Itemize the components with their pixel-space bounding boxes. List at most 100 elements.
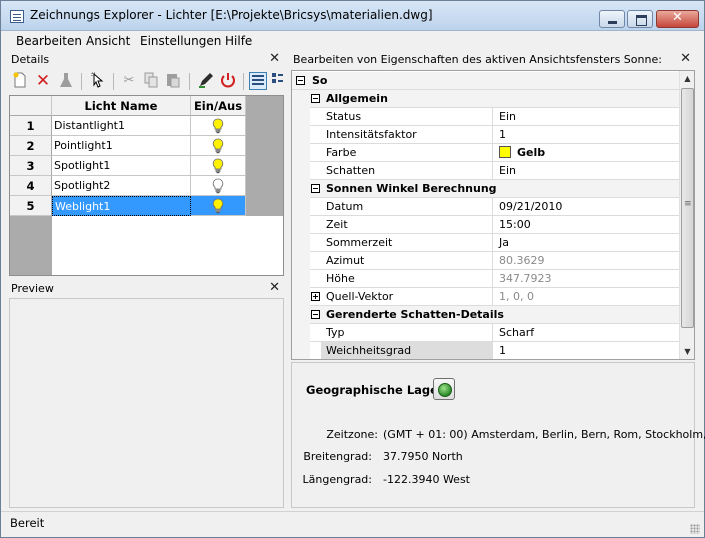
property-row[interactable]: Typ Scharf (292, 324, 679, 342)
list-view-icon[interactable] (249, 72, 267, 90)
column-header-onoff[interactable]: Ein/Aus (191, 96, 246, 116)
property-row[interactable]: Sommerzeit Ja (292, 234, 679, 252)
property-label: Intensitätsfaktor (326, 128, 417, 141)
collapse-icon[interactable] (296, 76, 305, 85)
light-toggle-cell[interactable] (191, 136, 246, 156)
property-row[interactable]: Farbe Gelb (292, 144, 679, 162)
property-row[interactable]: Azimut 80.3629 (292, 252, 679, 270)
property-value[interactable]: 15:00 (492, 216, 679, 234)
property-value[interactable]: Ja (492, 234, 679, 252)
minimize-button[interactable] (599, 10, 625, 28)
property-value[interactable]: Ein (492, 108, 679, 126)
property-category[interactable]: Gerenderte Schatten-Details (292, 306, 679, 324)
collapse-icon[interactable] (311, 310, 320, 319)
property-value[interactable]: 1 (492, 126, 679, 144)
light-name-cell[interactable]: Spotlight2 (52, 176, 191, 196)
table-row[interactable]: 2 Pointlight1 (10, 136, 283, 156)
property-row[interactable]: Quell-Vektor 1, 0, 0 (292, 288, 679, 306)
property-category[interactable]: Allgemein (292, 90, 679, 108)
property-row[interactable]: Schatten Ein (292, 162, 679, 180)
resize-grip[interactable] (690, 524, 700, 534)
row-number[interactable]: 3 (10, 156, 52, 176)
property-value[interactable]: 1 (492, 342, 679, 359)
property-label: Status (326, 110, 362, 123)
property-value: 80.3629 (492, 252, 679, 270)
column-header-name[interactable]: Licht Name (52, 96, 191, 116)
details-close-icon[interactable]: ✕ (269, 51, 280, 66)
light-bulb-icon (212, 158, 224, 174)
close-button[interactable]: ✕ (656, 10, 699, 28)
status-bar: Bereit (1, 511, 704, 537)
menu-bar: Bearbeiten Ansicht Einstellungen Hilfe (1, 32, 704, 50)
light-name-cell[interactable]: Weblight1 (52, 196, 191, 216)
row-number[interactable]: 5 (10, 196, 52, 216)
table-row[interactable]: 4 Spotlight2 (10, 176, 283, 196)
menu-hilfe[interactable]: Hilfe (225, 34, 252, 48)
preview-close-icon[interactable]: ✕ (269, 280, 280, 295)
purge-icon[interactable] (57, 72, 75, 90)
property-label: Schatten (326, 164, 376, 177)
menu-einstellungen[interactable]: Einstellungen (140, 34, 221, 48)
details-panel-header: Details ✕ (9, 51, 284, 68)
light-bulb-icon (212, 118, 224, 134)
geo-location-button[interactable] (433, 378, 455, 400)
menu-bearbeiten[interactable]: Bearbeiten (16, 34, 82, 48)
property-value[interactable]: Ein (492, 162, 679, 180)
light-name-cell[interactable]: Distantlight1 (52, 116, 191, 136)
property-row[interactable]: Datum 09/21/2010 (292, 198, 679, 216)
property-row[interactable]: Intensitätsfaktor 1 (292, 126, 679, 144)
property-value[interactable]: 09/21/2010 (492, 198, 679, 216)
select-icon[interactable] (89, 72, 107, 90)
category-label: Sonnen Winkel Berechnung (326, 182, 497, 195)
panel-splitter[interactable] (285, 51, 290, 509)
scroll-thumb[interactable] (681, 88, 694, 328)
property-value[interactable]: Gelb (492, 144, 679, 162)
row-number[interactable]: 1 (10, 116, 52, 136)
detail-view-icon[interactable] (271, 72, 283, 90)
title-bar: Zeichnungs Explorer - Lichter [E:\Projek… (1, 1, 704, 31)
row-number[interactable]: 2 (10, 136, 52, 156)
table-row[interactable]: 3 Spotlight1 (10, 156, 283, 176)
light-name-cell[interactable]: Spotlight1 (52, 156, 191, 176)
collapse-icon[interactable] (311, 94, 320, 103)
table-row[interactable]: 1 Distantlight1 (10, 116, 283, 136)
row-number[interactable]: 4 (10, 176, 52, 196)
scroll-up-icon[interactable]: ▲ (681, 71, 694, 86)
property-category[interactable]: Sonnen Winkel Berechnung (292, 180, 679, 198)
grid-corner-header (10, 96, 52, 116)
property-label: Weichheitsgrad (326, 344, 412, 357)
property-value[interactable]: Scharf (492, 324, 679, 342)
maximize-button[interactable] (627, 10, 653, 28)
app-window: Zeichnungs Explorer - Lichter [E:\Projek… (0, 0, 705, 538)
edit-icon[interactable] (197, 72, 215, 90)
expand-icon[interactable] (311, 292, 320, 301)
light-toggle-cell[interactable] (191, 156, 246, 176)
delete-icon[interactable]: ✕ (34, 72, 52, 90)
properties-panel-header: Bearbeiten von Eigenschaften des aktiven… (291, 51, 695, 68)
cut-icon[interactable]: ✂ (120, 72, 138, 90)
property-scrollbar[interactable]: ▲ ▼ (679, 71, 694, 359)
property-value: 1, 0, 0 (492, 288, 679, 306)
light-toggle-cell[interactable] (191, 196, 246, 216)
collapse-icon[interactable] (311, 184, 320, 193)
property-row[interactable]: Status Ein (292, 108, 679, 126)
light-name-cell[interactable]: Pointlight1 (52, 136, 191, 156)
category-label: Gerenderte Schatten-Details (326, 308, 504, 321)
light-toggle-cell[interactable] (191, 116, 246, 136)
property-root-row[interactable]: So (292, 72, 679, 90)
light-toggle-cell[interactable] (191, 176, 246, 196)
property-grid: So Allgemein Status Ein Intensitätsfaktor 1 Fa… (291, 70, 695, 360)
menu-ansicht[interactable]: Ansicht (86, 34, 130, 48)
properties-close-icon[interactable]: ✕ (680, 51, 691, 66)
property-root-label: So (312, 74, 328, 87)
property-row[interactable]: Weichheitsgrad 1 (292, 342, 679, 359)
property-row[interactable]: Zeit 15:00 (292, 216, 679, 234)
property-row[interactable]: Höhe 347.7923 (292, 270, 679, 288)
table-row[interactable]: 5 Weblight1 (10, 196, 283, 216)
paste-icon[interactable] (164, 72, 182, 90)
copy-icon[interactable] (142, 72, 160, 90)
scroll-down-icon[interactable]: ▼ (681, 344, 694, 359)
latitude-value: 37.7950 North (383, 450, 463, 463)
power-icon[interactable] (219, 72, 237, 90)
new-icon[interactable] (11, 72, 29, 90)
